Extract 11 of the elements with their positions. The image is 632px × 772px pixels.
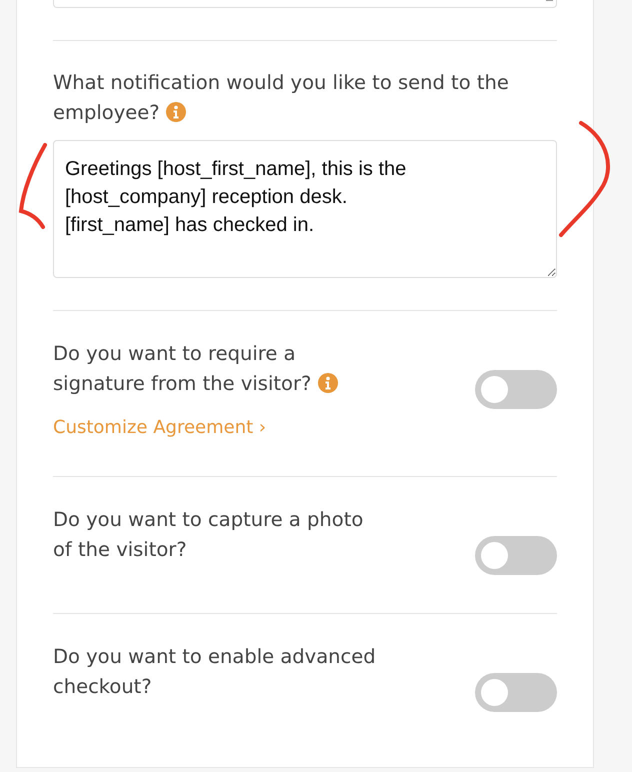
- info-icon[interactable]: [318, 373, 338, 393]
- notification-question: What notification would you like to send to the employee?: [53, 70, 510, 126]
- setting-question: Do you want to require a signature from the visitor?: [53, 339, 383, 399]
- toggle-switch[interactable]: [475, 370, 557, 409]
- toggle-switch[interactable]: [475, 536, 557, 575]
- text-area[interactable]: [53, 0, 557, 8]
- info-icon[interactable]: [166, 102, 186, 122]
- setting-question: Do you want to enable advanced checkout?: [53, 644, 377, 700]
- message-textarea[interactable]: Greetings [host_first_name], this is the [host_company] reception desk. [first_name] has checked in.: [53, 140, 557, 278]
- toggle-switch[interactable]: [475, 673, 557, 712]
- setting-question: Do you want to capture a photo of the visitor?: [53, 507, 364, 563]
